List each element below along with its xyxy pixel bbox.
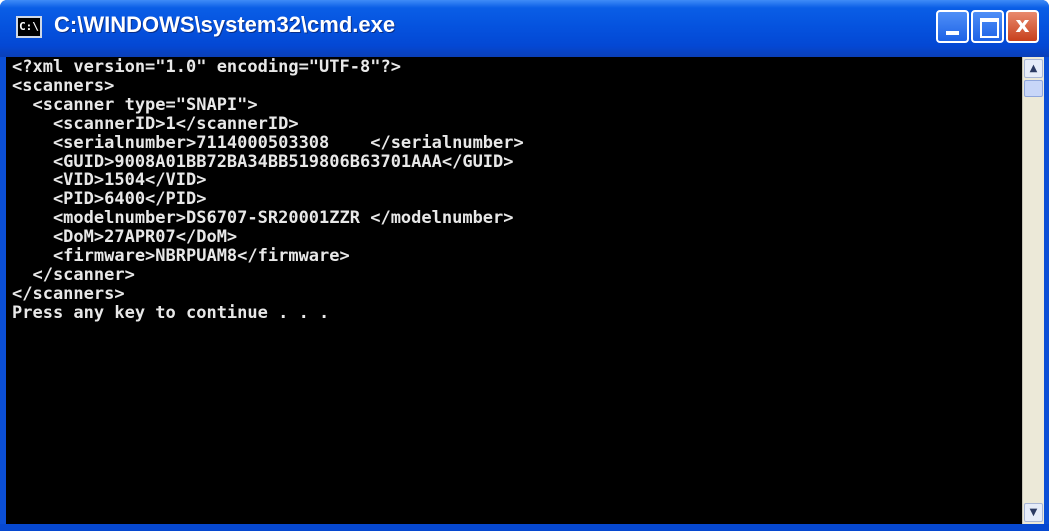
console-line: <firmware>NBRPUAM8</firmware> (12, 246, 350, 267)
window-title: C:\WINDOWS\system32\cmd.exe (54, 12, 396, 37)
scroll-down-arrow-icon: ▼ (1029, 507, 1038, 518)
scroll-up-arrow-icon: ▲ (1029, 63, 1038, 74)
vertical-scrollbar[interactable]: ▲ ▼ (1022, 57, 1044, 524)
console-line: <scanners> (12, 75, 115, 96)
console-line: <GUID>9008A01BB72BA34BB519806B63701AAA</… (12, 151, 514, 172)
scroll-up-button[interactable]: ▲ (1024, 59, 1043, 78)
console-line: Press any key to continue . . . (12, 302, 330, 323)
window-bottom-border (0, 524, 1049, 531)
console-line: <VID>1504</VID> (12, 170, 207, 191)
maximize-icon (980, 18, 999, 38)
console-text: <?xml version="1.0" encoding="UTF-8"?> <… (6, 57, 1022, 323)
console-output[interactable]: <?xml version="1.0" encoding="UTF-8"?> <… (6, 57, 1022, 524)
console-line: <scanner type="SNAPI"> (12, 94, 258, 115)
console-line: <modelnumber>DS6707-SR20001ZZR </modelnu… (12, 208, 514, 229)
console-window: C:\ C:\WINDOWS\system32\cmd.exe x <?xml … (0, 0, 1049, 531)
close-icon: x (1015, 13, 1030, 38)
scrollbar-thumb[interactable] (1024, 80, 1043, 97)
console-line: <PID>6400</PID> (12, 189, 207, 210)
scroll-down-button[interactable]: ▼ (1024, 503, 1043, 522)
minimize-icon (946, 31, 959, 35)
title-bar[interactable]: C:\ C:\WINDOWS\system32\cmd.exe x (0, 0, 1049, 57)
maximize-button[interactable] (971, 10, 1004, 43)
close-button[interactable]: x (1006, 10, 1039, 43)
console-line: </scanner> (12, 264, 135, 285)
console-line: <DoM>27APR07</DoM> (12, 227, 238, 248)
console-line: </scanners> (12, 283, 125, 304)
console-icon[interactable]: C:\ (16, 16, 42, 38)
console-line: <?xml version="1.0" encoding="UTF-8"?> (12, 57, 401, 77)
console-line: <scannerID>1</scannerID> (12, 113, 299, 134)
console-line: <serialnumber>7114000503308 </serialnumb… (12, 132, 524, 153)
minimize-button[interactable] (936, 10, 969, 43)
